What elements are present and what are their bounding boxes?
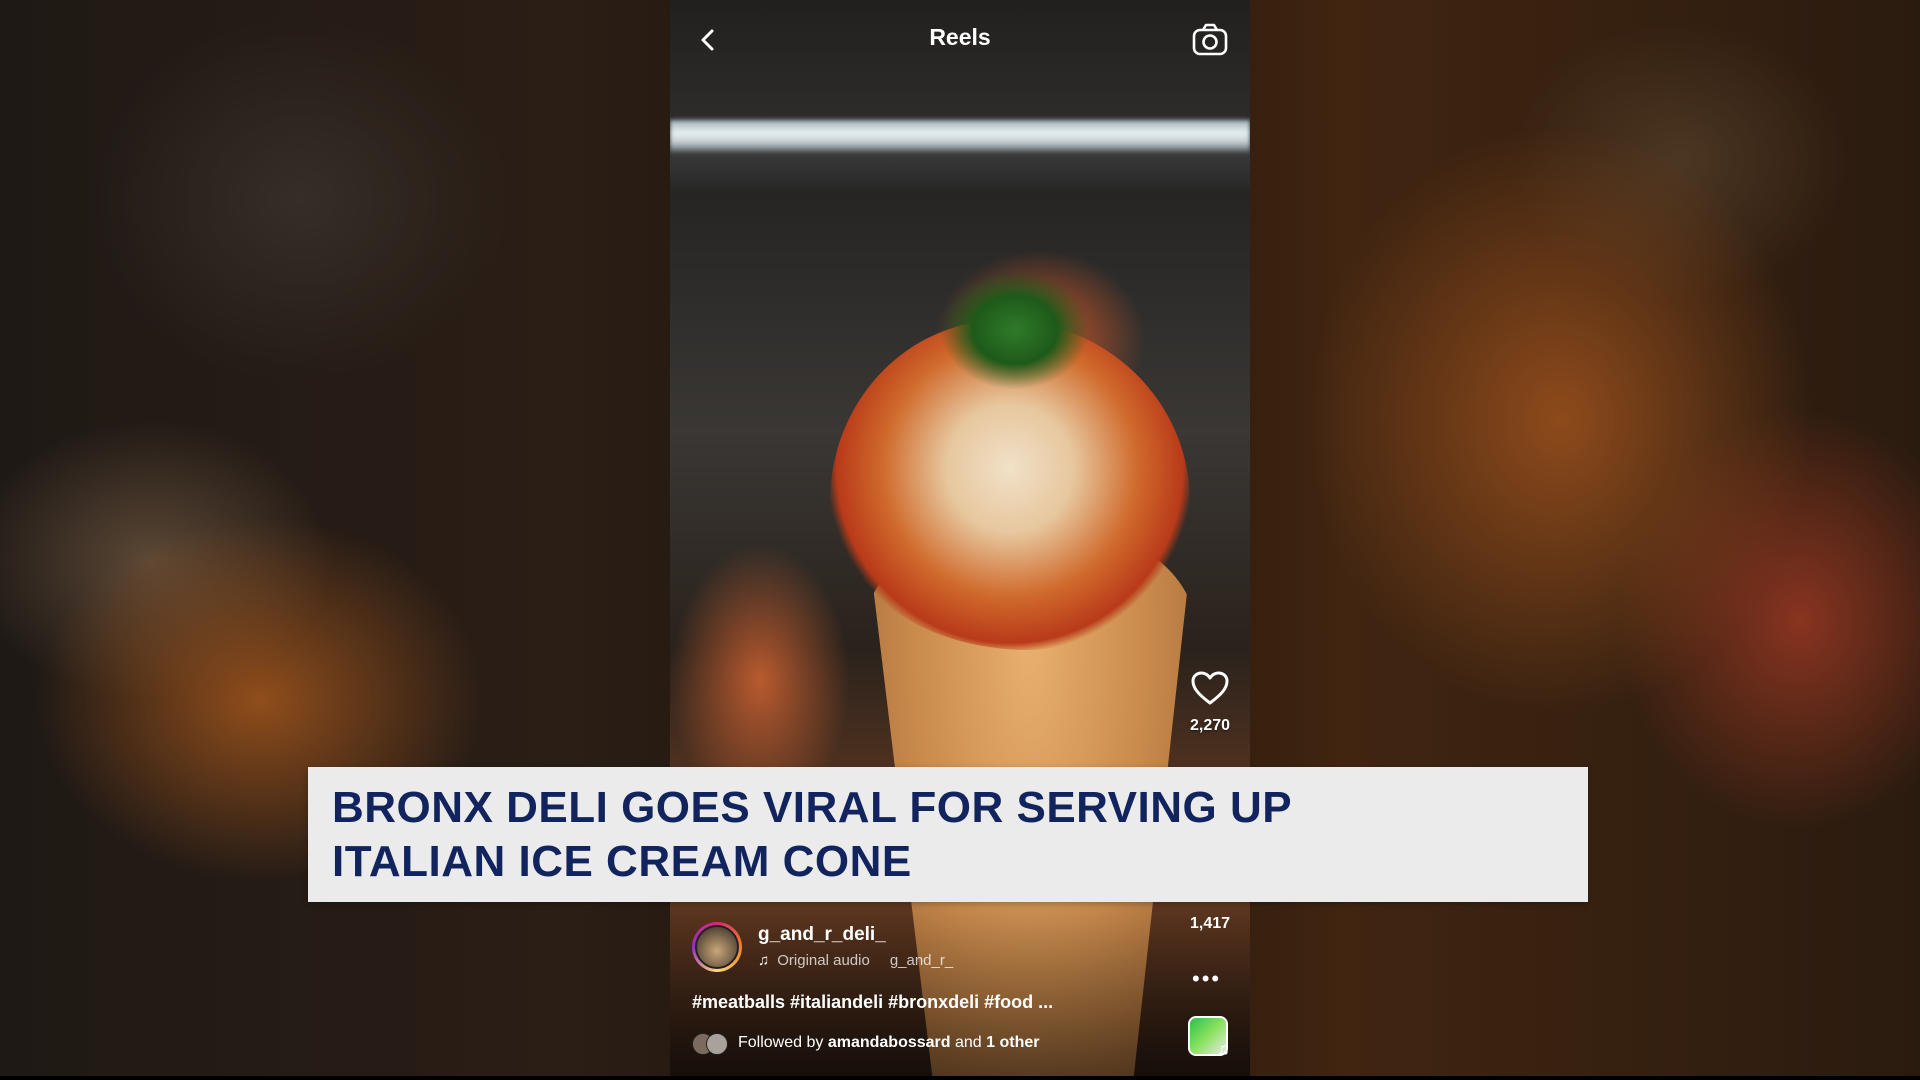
headline-line-2: ITALIAN ICE CREAM CONE: [332, 837, 912, 886]
username[interactable]: g_and_r_deli_: [758, 924, 886, 946]
followed-by-and: and: [955, 1034, 982, 1051]
follower-avatars: [692, 1033, 728, 1055]
reel-video-light-strip: [670, 120, 1250, 152]
reel-video-herbs: [940, 270, 1090, 390]
page-title: Reels: [929, 24, 991, 50]
avatar-image: [695, 925, 739, 969]
headline: BRONX DELI GOES VIRAL FOR SERVING UP ITA…: [332, 781, 1552, 889]
camera-icon[interactable]: [1190, 20, 1230, 60]
followed-by-user: amandabossard: [827, 1034, 951, 1051]
followed-by-prefix: Followed by: [738, 1034, 824, 1051]
news-lower-third: BRONX DELI GOES VIRAL FOR SERVING UP ITA…: [308, 767, 1588, 902]
reel-bottom-shade: [670, 900, 1250, 1080]
like-count: 2,270: [1189, 717, 1231, 734]
headline-line-1: BRONX DELI GOES VIRAL FOR SERVING UP: [332, 783, 1293, 832]
heart-icon[interactable]: [1190, 670, 1230, 706]
more-icon[interactable]: •••: [1192, 966, 1221, 992]
avatar[interactable]: [692, 922, 742, 972]
audio-row[interactable]: ♫ Original audio g_and_r_: [758, 952, 953, 969]
music-badge-icon[interactable]: ♫: [1188, 1016, 1230, 1059]
audio-label: Original audio: [777, 952, 870, 969]
follower-avatar: [706, 1033, 728, 1055]
followed-by-other: 1 other: [986, 1034, 1040, 1051]
bottom-edge: [0, 1076, 1920, 1080]
reel-frame: Reels 2,270 1,417 g_and_r_deli_ ♫ Origin…: [670, 0, 1250, 1080]
comment-count[interactable]: 1,417: [1180, 915, 1240, 933]
followed-by-row[interactable]: Followed by amandabossard and 1 other: [692, 1033, 1040, 1055]
audio-owner: g_and_r_: [889, 952, 954, 969]
like-control[interactable]: 2,270: [1175, 670, 1245, 735]
music-icon: ♫: [758, 952, 770, 969]
reel-top-bar: Reels: [670, 0, 1250, 80]
music-note-icon: ♫: [1216, 1039, 1231, 1059]
reel-caption[interactable]: #meatballs #italiandeli #bronxdeli #food…: [692, 992, 1053, 1013]
